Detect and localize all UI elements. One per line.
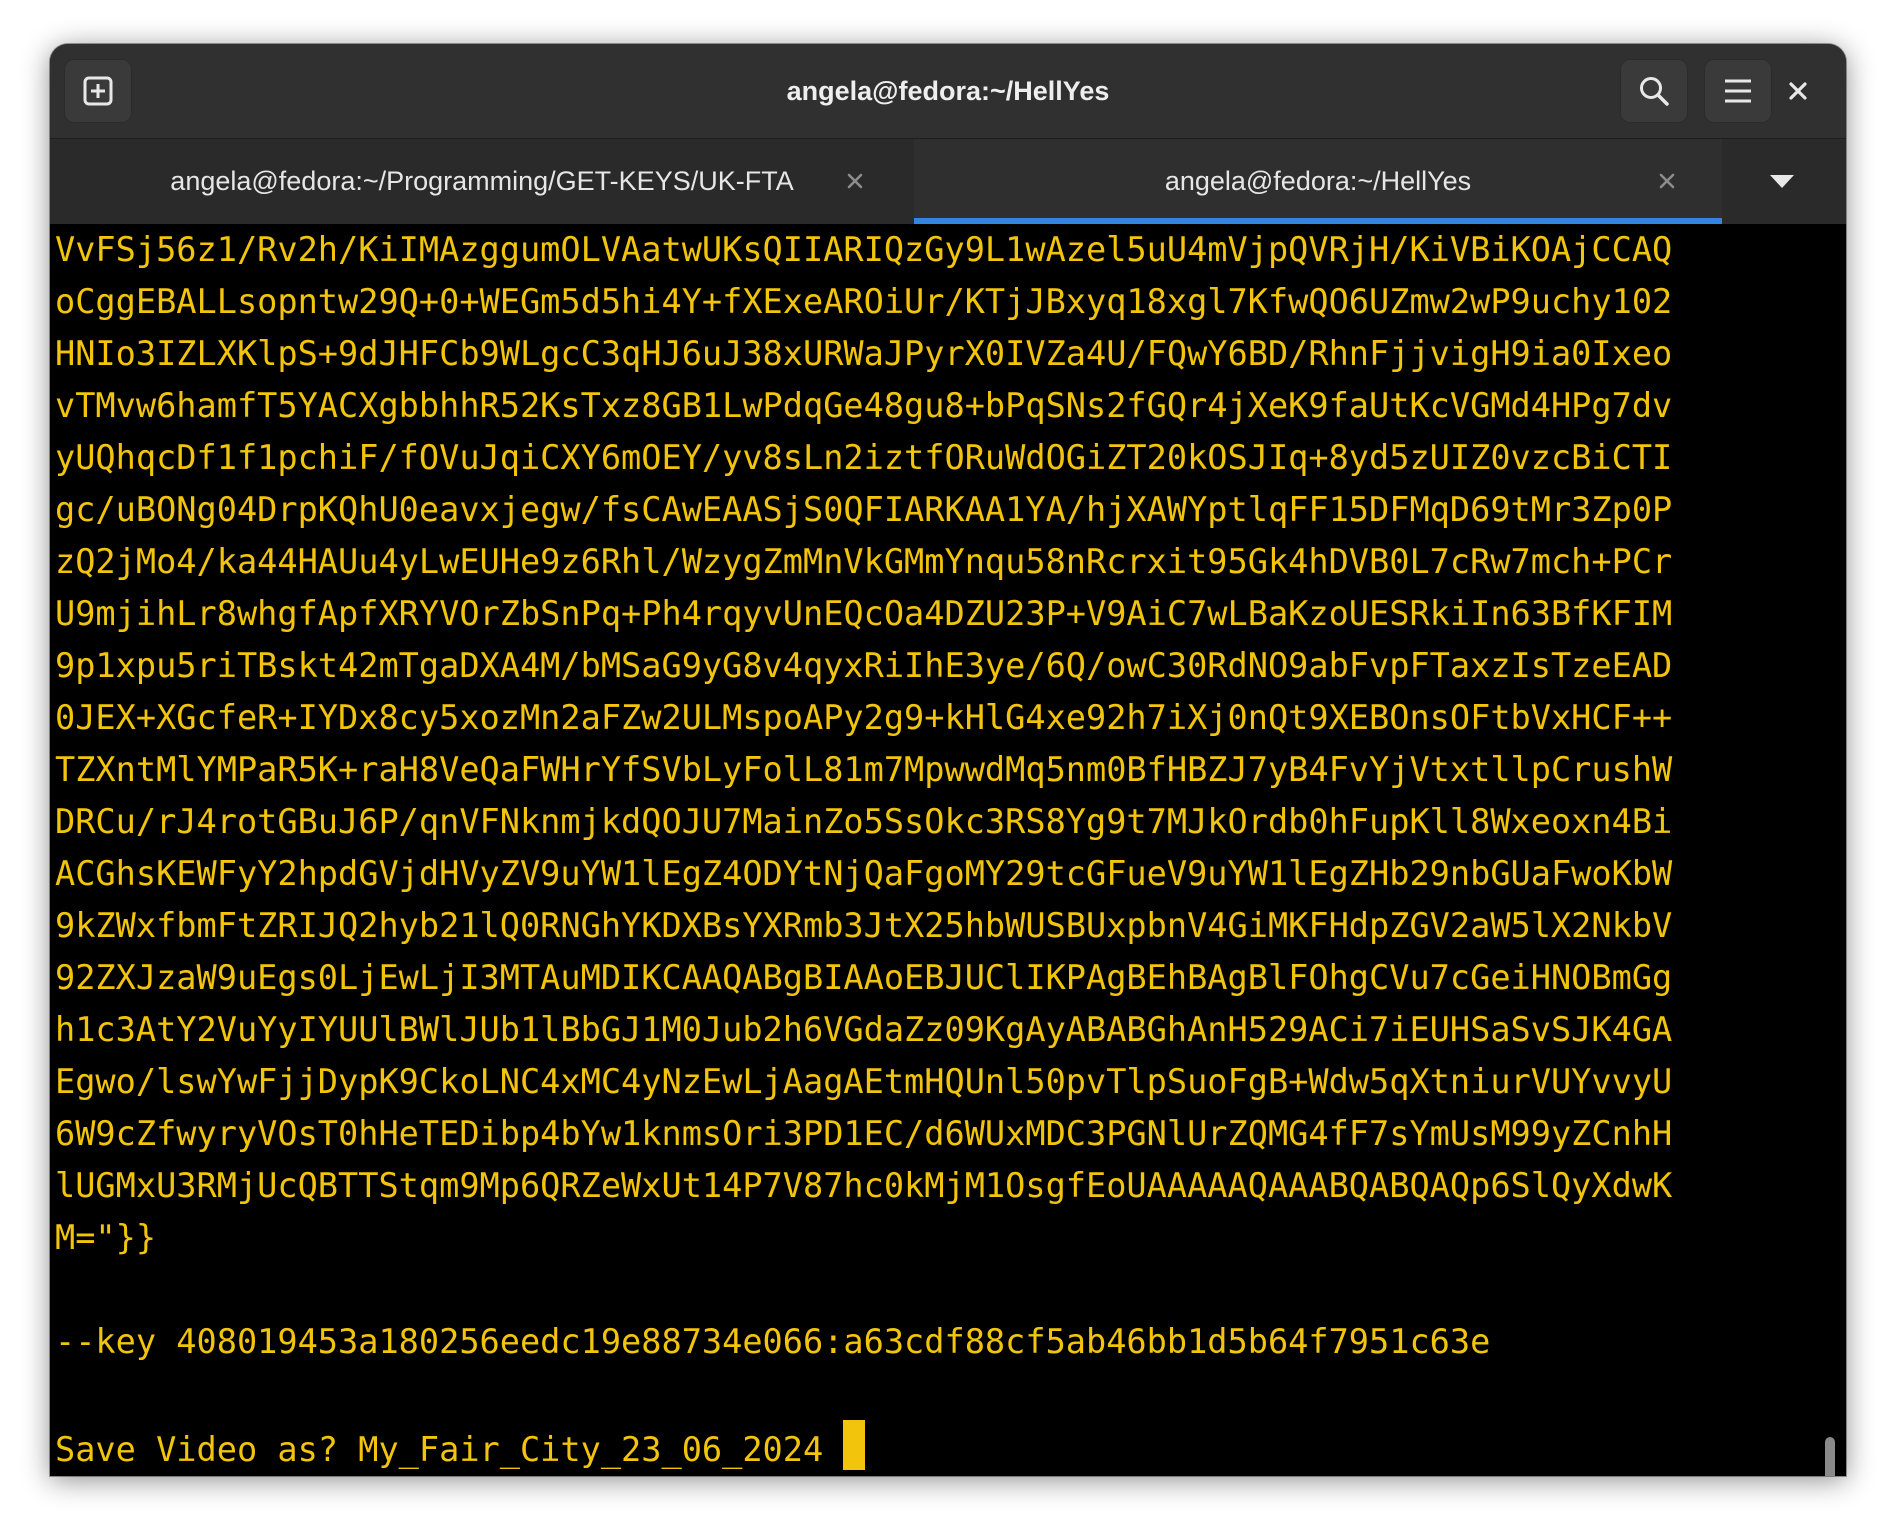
terminal-line: DRCu/rJ4rotGBuJ6P/qnVFNknmjkdQOJU7MainZo… xyxy=(55,802,1673,841)
terminal-line: VvFSj56z1/Rv2h/KiIMAzggumOLVAatwUKsQIIAR… xyxy=(55,230,1673,269)
close-icon xyxy=(1659,173,1675,189)
close-icon xyxy=(1789,82,1807,100)
terminal-line: U9mjihLr8whgfApfXRYVOrZbSnPq+Ph4rqyvUnEQ… xyxy=(55,594,1673,633)
scrollbar-thumb[interactable] xyxy=(1825,1437,1835,1476)
terminal-line: 0JEX+XGcfeR+IYDx8cy5xozMn2aFZw2ULMspoAPy… xyxy=(55,698,1673,737)
tab-label: angela@fedora:~/HellYes xyxy=(1164,166,1472,196)
window-title: angela@fedora:~/HellYes xyxy=(786,76,1110,106)
terminal-line: M="}} xyxy=(55,1218,157,1257)
tab-hellyes[interactable]: angela@fedora:~/HellYes xyxy=(914,139,1722,224)
terminal-line: 9p1xpu5riTBskt42mTgaDXA4M/bMSaG9yG8v4qyx… xyxy=(55,646,1673,685)
terminal-line: 9kZWxfbmFtZRIJQ2hyb21lQ0RNGhYKDXBsYXRmb3… xyxy=(55,906,1673,945)
terminal-line: 92ZXJzaW9uEgs0LjEwLjI3MTAuMDIKCAAQABgBIA… xyxy=(55,958,1673,997)
search-icon xyxy=(1640,77,1669,106)
terminal-prompt-line: Save Video as? My_Fair_City_23_06_2024 xyxy=(55,1420,1815,1472)
terminal-line: h1c3AtY2VuYyIYUUlBWlJUb1lBbGJ1M0Jub2h6VG… xyxy=(55,1010,1673,1049)
terminal-output[interactable]: VvFSj56z1/Rv2h/KiIMAzggumOLVAatwUKsQIIAR… xyxy=(55,224,1815,1476)
search-button[interactable] xyxy=(1620,59,1688,123)
new-tab-icon xyxy=(83,76,113,106)
terminal-line: ACGhsKEWFyY2hpdGVjdHVyZV9uYW1lEgZ4ODYtNj… xyxy=(55,854,1673,893)
tab-list-button[interactable] xyxy=(1758,159,1806,205)
terminal-line: HNIo3IZLXKlpS+9dJHFCb9WLgcC3qHJ6uJ38xURW… xyxy=(55,334,1673,373)
terminal-line: --key 408019453a180256eedc19e88734e066:a… xyxy=(55,1322,1491,1361)
tab-close-button[interactable] xyxy=(840,166,870,196)
tab-bar: angela@fedora:~/Programming/GET-KEYS/UK-… xyxy=(50,139,1846,224)
terminal-line: lUGMxU3RMjUcQBTTStqm9Mp6QRZeWxUt14P7V87h… xyxy=(55,1166,1673,1205)
terminal-line: TZXntMlYMPaR5K+raH8VeQaFWHrYfSVbLyFolL81… xyxy=(55,750,1673,789)
tab-uk-fta[interactable]: angela@fedora:~/Programming/GET-KEYS/UK-… xyxy=(50,139,914,224)
terminal-line: Egwo/lswYwFjjDypK9CkoLNC4xMC4yNzEwLjAagA… xyxy=(55,1062,1673,1101)
window-close-button[interactable] xyxy=(1766,59,1830,123)
terminal-line: gc/uBONg04DrpKQhU0eavxjegw/fsCAwEAASjS0Q… xyxy=(55,490,1673,529)
terminal-line: 6W9cZfwyryVOsT0hHeTEDibp4bYw1knmsOri3PD1… xyxy=(55,1114,1673,1153)
terminal-window: angela@fedora:~/HellYes angela@fedora:~/… xyxy=(50,44,1846,1476)
terminal-line: oCggEBALLsopntw29Q+0+WEGm5d5hi4Y+fXExeAR… xyxy=(55,282,1673,321)
scrollbar[interactable] xyxy=(1822,232,1838,1476)
chevron-down-icon xyxy=(1770,175,1794,188)
hamburger-menu-icon xyxy=(1725,79,1751,103)
tab-close-button[interactable] xyxy=(1652,166,1682,196)
menu-button[interactable] xyxy=(1704,59,1772,123)
terminal-prompt: Save Video as? My_Fair_City_23_06_2024 xyxy=(55,1430,844,1469)
header-bar: angela@fedora:~/HellYes xyxy=(50,44,1846,139)
close-icon xyxy=(847,173,863,189)
text-cursor xyxy=(843,1420,866,1470)
new-tab-button[interactable] xyxy=(64,59,132,123)
terminal-line: zQ2jMo4/ka44HAUu4yLwEUHe9z6Rhl/WzygZmMnV… xyxy=(55,542,1673,581)
terminal-line: yUQhqcDf1f1pchiF/fOVuJqiCXY6mOEY/yv8sLn2… xyxy=(55,438,1673,477)
tab-label: angela@fedora:~/Programming/GET-KEYS/UK-… xyxy=(170,166,794,196)
terminal-line: vTMvw6hamfT5YACXgbbhhR52KsTxz8GB1LwPdqGe… xyxy=(55,386,1673,425)
